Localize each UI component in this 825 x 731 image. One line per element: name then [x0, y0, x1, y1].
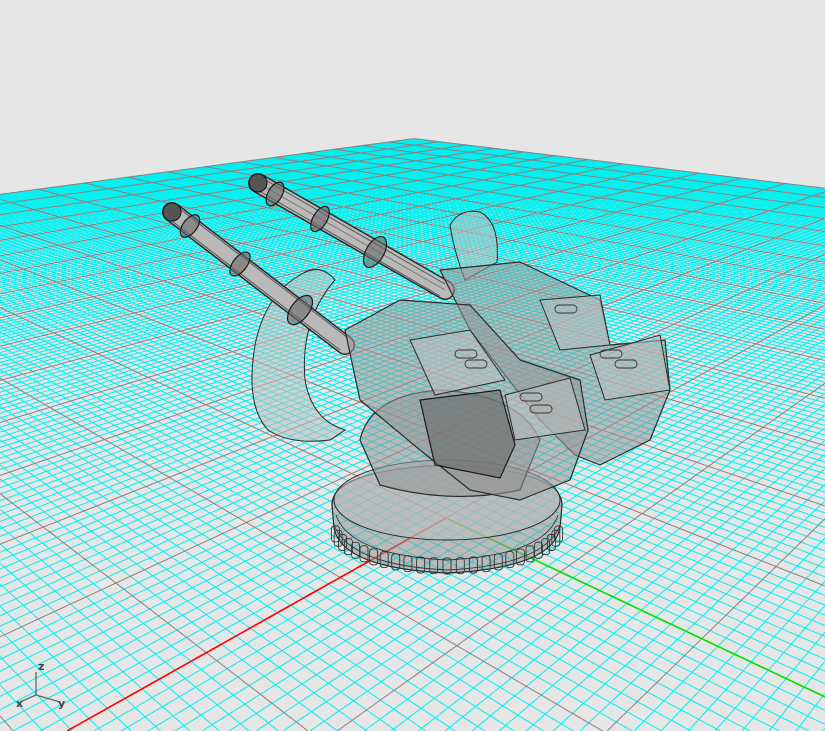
axis-indicator: z x y — [16, 660, 65, 710]
z-axis-label: z — [38, 660, 44, 673]
perspective-viewport[interactable]: z x y — [0, 0, 825, 731]
x-axis-label: x — [16, 697, 23, 710]
y-axis-label: y — [58, 697, 65, 710]
